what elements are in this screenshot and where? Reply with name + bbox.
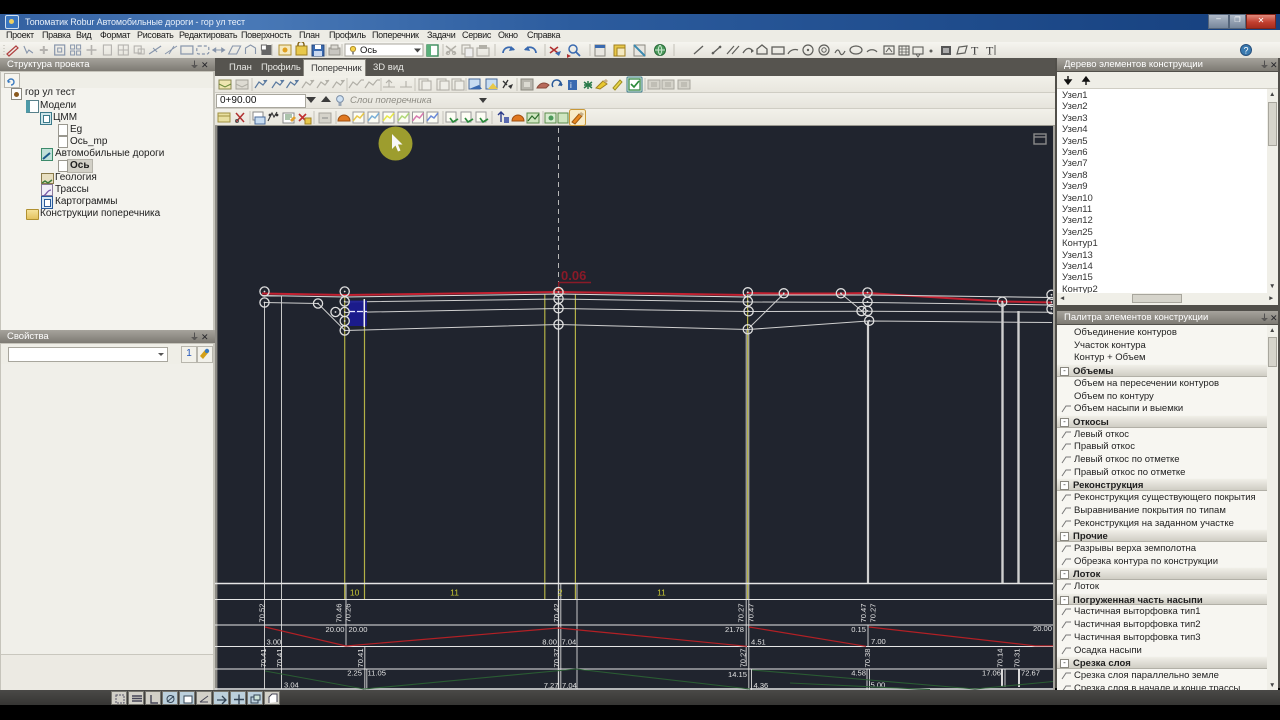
svg-text:8.00: 8.00 (542, 638, 557, 647)
svg-text:4.51: 4.51 (751, 638, 766, 647)
svg-text:70.47: 70.47 (859, 603, 868, 622)
svg-text:?: ? (1244, 46, 1249, 56)
svg-text:21.78: 21.78 (725, 625, 744, 634)
svg-text:2.25: 2.25 (347, 669, 362, 678)
svg-text:70.27: 70.27 (739, 648, 748, 667)
svg-text:3.00: 3.00 (267, 638, 282, 647)
svg-text:70.27: 70.27 (869, 603, 878, 622)
svg-text:70.41: 70.41 (356, 648, 365, 667)
svg-text:2: 2 (558, 588, 563, 598)
svg-text:4.58: 4.58 (851, 669, 866, 678)
svg-text:20.00: 20.00 (325, 625, 344, 634)
svg-text:11.05: 11.05 (368, 669, 386, 678)
svg-text:70.52: 70.52 (258, 603, 267, 622)
svg-text:70.38: 70.38 (863, 648, 872, 667)
svg-text:70.46: 70.46 (335, 603, 344, 622)
svg-text:70.37: 70.37 (552, 648, 561, 667)
svg-text:7.27: 7.27 (544, 681, 559, 690)
svg-text:70.41: 70.41 (275, 648, 284, 667)
svg-text:70.26: 70.26 (344, 603, 353, 622)
svg-text:3.04: 3.04 (284, 681, 299, 690)
svg-text:70.27: 70.27 (737, 603, 746, 622)
svg-text:70.41: 70.41 (259, 648, 268, 667)
svg-text:7.04: 7.04 (562, 638, 577, 647)
svg-text:17.06: 17.06 (982, 669, 1001, 678)
svg-text:70.47: 70.47 (747, 603, 756, 622)
svg-text:70.42: 70.42 (552, 603, 561, 622)
svg-text:10: 10 (350, 588, 360, 598)
svg-text:72.67: 72.67 (1021, 669, 1040, 678)
svg-text:i: i (570, 81, 572, 90)
svg-text:70.31: 70.31 (1013, 648, 1022, 667)
svg-text:0.15: 0.15 (851, 625, 866, 634)
svg-text:0.06: 0.06 (561, 268, 586, 283)
svg-text:5.00: 5.00 (871, 681, 886, 690)
svg-text:14.15: 14.15 (728, 670, 747, 679)
svg-text:11: 11 (450, 588, 459, 598)
svg-text:70.14: 70.14 (996, 648, 1005, 667)
svg-text:20.00: 20.00 (349, 625, 368, 634)
svg-text:20.00: 20.00 (1033, 624, 1052, 633)
svg-text:T: T (986, 44, 994, 58)
svg-text:11: 11 (657, 588, 666, 598)
svg-text:Ось: Ось (360, 45, 377, 56)
svg-text:T: T (971, 44, 979, 58)
svg-text:7.00: 7.00 (871, 637, 886, 646)
svg-text:7.04: 7.04 (562, 681, 577, 690)
svg-text:4.36: 4.36 (754, 681, 769, 690)
